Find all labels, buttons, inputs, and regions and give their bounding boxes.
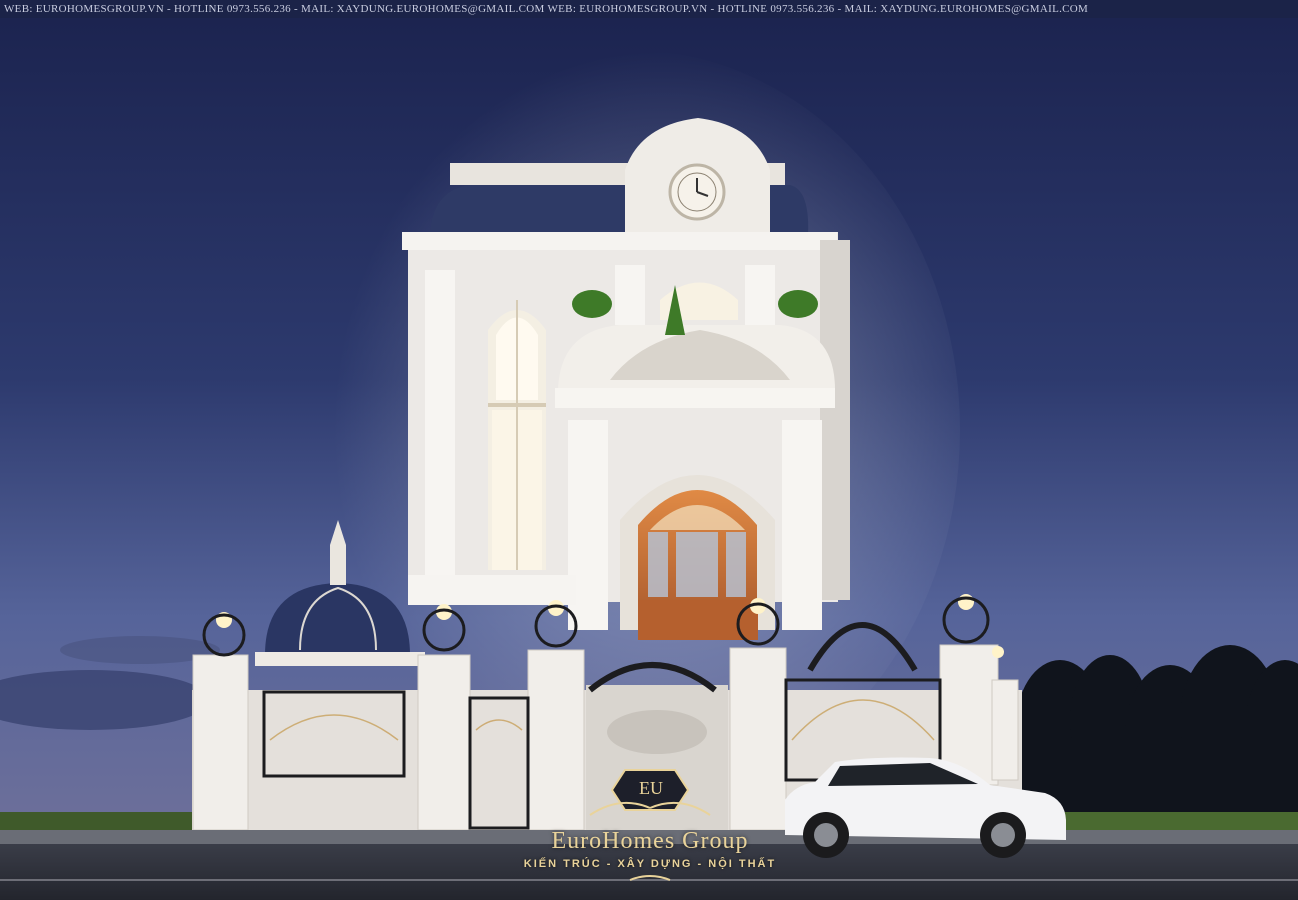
logo-name: EuroHomes Group	[551, 828, 749, 854]
gate-pillar	[417, 654, 471, 831]
pilaster	[782, 420, 822, 630]
pilaster	[615, 265, 645, 325]
gate-pillar	[991, 679, 1019, 781]
logo-tagline: KIẾN TRÚC - XÂY DỰNG - NỘI THẤT	[523, 858, 777, 870]
pilaster	[425, 270, 455, 590]
logo-monogram: EU	[639, 778, 663, 798]
tree-line	[1015, 645, 1298, 815]
pilaster	[745, 265, 775, 325]
gate-pillar	[192, 654, 249, 831]
brand-watermark: EU EuroHomes Group KIẾN TRÚC - XÂY DỰNG …	[500, 762, 800, 897]
